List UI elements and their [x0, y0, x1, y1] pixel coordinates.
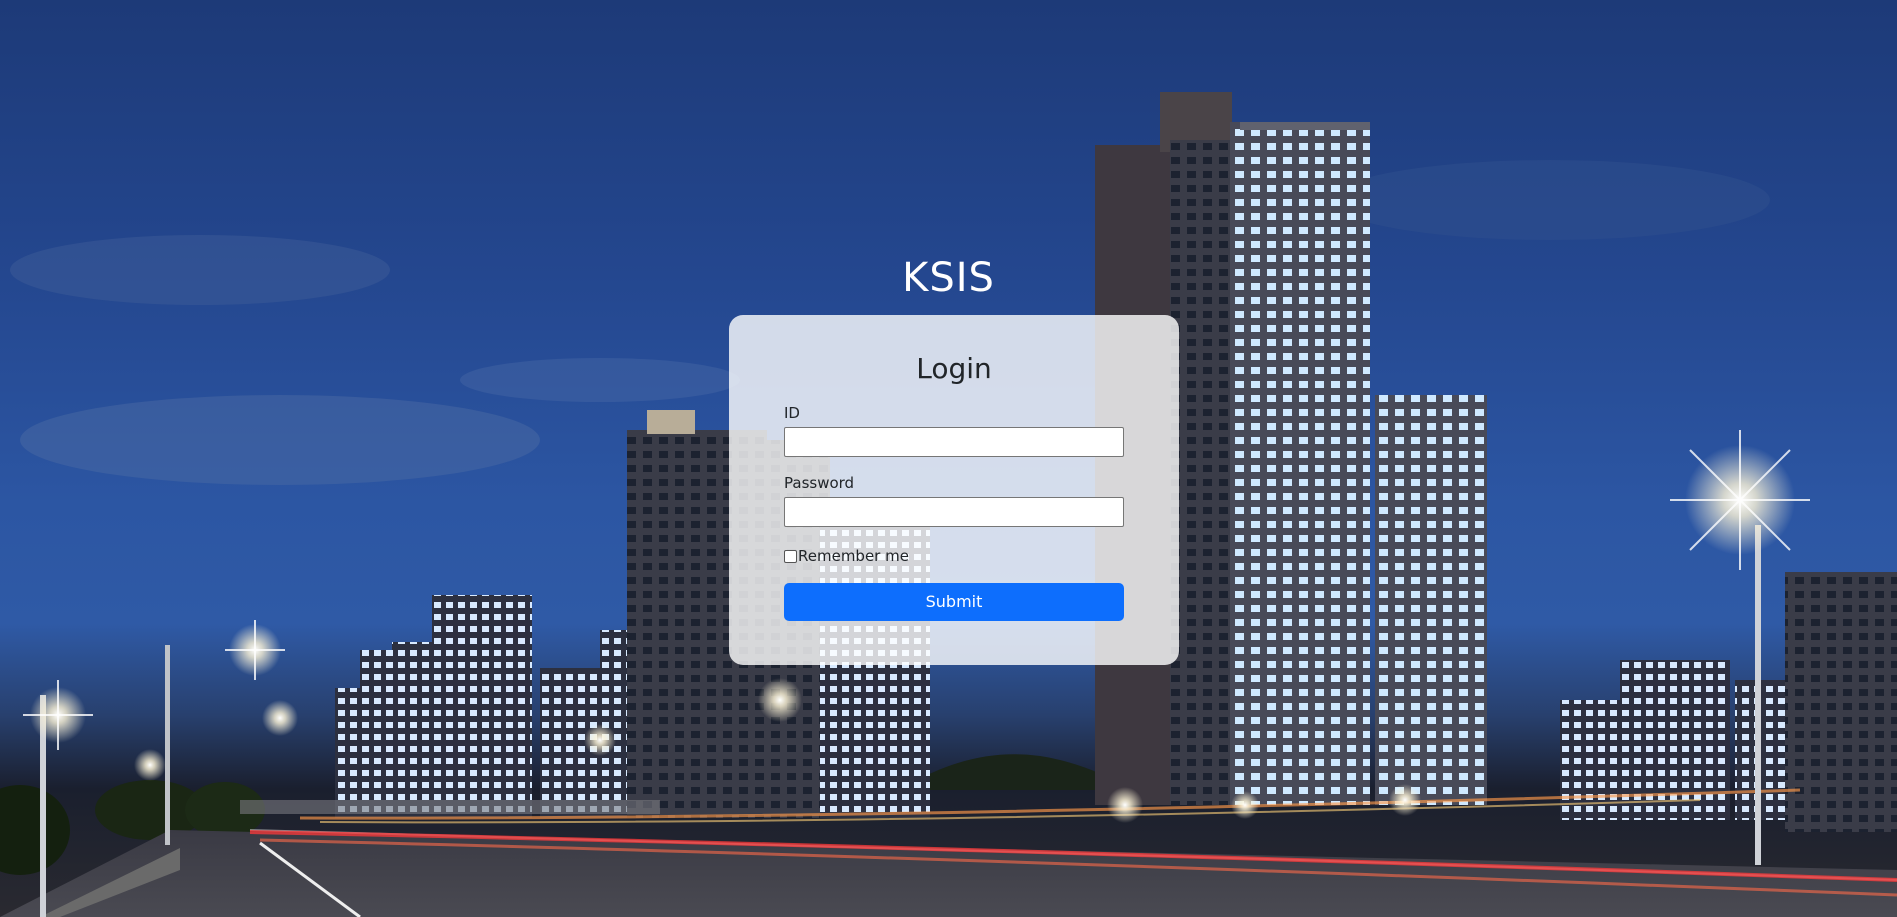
password-input[interactable] [784, 497, 1124, 527]
submit-button[interactable]: Submit [784, 583, 1124, 621]
id-input[interactable] [784, 427, 1124, 457]
login-page: KSIS Login ID Password Remember me Submi… [0, 0, 1897, 917]
remember-me-row[interactable]: Remember me [784, 547, 909, 565]
password-label: Password [784, 474, 855, 492]
remember-me-checkbox[interactable] [784, 549, 797, 563]
site-title: KSIS [902, 255, 995, 301]
login-card: Login ID Password Remember me Submit [729, 315, 1179, 665]
remember-me-label: Remember me [798, 547, 909, 565]
login-heading: Login [916, 352, 992, 385]
id-label: ID [784, 404, 800, 422]
